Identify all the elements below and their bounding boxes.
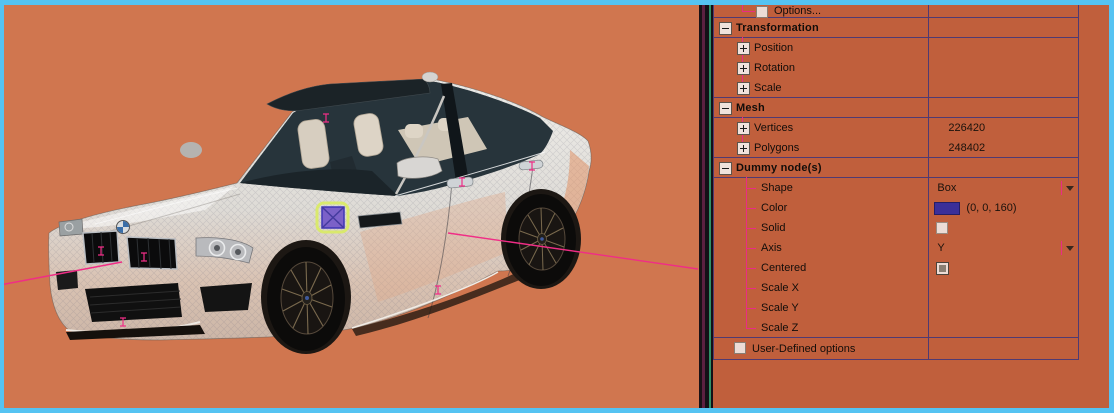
tree-line <box>746 308 756 309</box>
row-label: Centered <box>761 262 806 274</box>
row-label: Scale <box>754 82 782 94</box>
property-row-solid[interactable]: Solid <box>714 218 1078 238</box>
expand-icon[interactable] <box>737 122 750 135</box>
expand-icon[interactable] <box>737 82 750 95</box>
options-checkbox[interactable] <box>756 6 768 18</box>
property-row-color[interactable]: Color (0, 0, 160) <box>714 198 1078 218</box>
axis-dropdown-button[interactable] <box>1061 240 1076 256</box>
headlight-bulb-1 <box>214 245 220 251</box>
property-row-position[interactable]: Position <box>714 38 1078 58</box>
property-row-options[interactable]: Options... <box>714 5 1078 18</box>
tree-line <box>746 228 756 229</box>
far-headlight <box>59 219 83 236</box>
collapse-icon[interactable] <box>719 102 732 115</box>
user-defined-options-checkbox[interactable] <box>734 342 746 354</box>
collapse-icon[interactable] <box>719 22 732 35</box>
property-row-scale-y[interactable]: Scale Y <box>714 298 1078 318</box>
tree-line <box>742 11 755 12</box>
property-row-shape[interactable]: Shape Box <box>714 178 1078 198</box>
row-label: Solid <box>761 222 785 234</box>
tree-line <box>746 268 756 269</box>
expand-icon[interactable] <box>737 42 750 55</box>
car-model[interactable] <box>49 72 592 354</box>
row-label: Scale X <box>761 282 799 294</box>
property-row-scale[interactable]: Scale <box>714 78 1078 98</box>
property-row-transformation[interactable]: Transformation <box>714 18 1078 38</box>
vertices-value: 226420 <box>948 122 985 134</box>
roof-antenna <box>422 72 438 82</box>
row-label: Position <box>754 42 793 54</box>
row-label: Polygons <box>754 142 799 154</box>
front-wheel <box>267 247 345 351</box>
bumper-side-intake <box>200 283 252 312</box>
chevron-down-icon <box>1066 186 1074 191</box>
row-label: Color <box>761 202 787 214</box>
expand-icon[interactable] <box>737 62 750 75</box>
row-label: Options... <box>774 5 821 17</box>
row-label: Axis <box>761 242 782 254</box>
row-label: Scale Z <box>761 322 798 334</box>
property-row-mesh[interactable]: Mesh <box>714 98 1078 118</box>
tree-line <box>746 188 756 189</box>
row-label: Transformation <box>736 22 819 34</box>
property-row-centered[interactable]: Centered <box>714 258 1078 278</box>
rear-wheel <box>506 194 576 286</box>
headlight-bulb-2 <box>235 249 241 255</box>
property-row-rotation[interactable]: Rotation <box>714 58 1078 78</box>
tree-line <box>746 248 756 249</box>
centered-checkbox[interactable] <box>936 262 949 275</box>
row-label: Mesh <box>736 102 765 114</box>
axis-value: Y <box>937 242 944 254</box>
property-row-polygons[interactable]: Polygons 248402 <box>714 138 1078 158</box>
tree-line <box>746 328 756 329</box>
far-side-mirror <box>180 142 202 158</box>
shape-dropdown-button[interactable] <box>1061 180 1076 196</box>
app-window: Options... Transformation Position <box>0 0 1114 413</box>
row-label: Rotation <box>754 62 795 74</box>
viewport-panel-splitter[interactable] <box>698 5 713 408</box>
shape-value: Box <box>937 182 956 194</box>
property-row-user-defined-options[interactable]: User-Defined options <box>714 338 1078 360</box>
property-row-axis[interactable]: Axis Y <box>714 238 1078 258</box>
properties-panel: Options... Transformation Position <box>713 5 1109 408</box>
selected-dummy-node[interactable] <box>317 203 348 232</box>
row-label: Shape <box>761 182 793 194</box>
viewport-3d[interactable] <box>4 5 698 408</box>
property-row-dummy-nodes[interactable]: Dummy node(s) <box>714 158 1078 178</box>
chevron-down-icon <box>1066 246 1074 251</box>
tree-line <box>746 208 756 209</box>
property-row-scale-x[interactable]: Scale X <box>714 278 1078 298</box>
color-value: (0, 0, 160) <box>966 202 1016 214</box>
property-row-scale-z[interactable]: Scale Z <box>714 318 1078 338</box>
collapse-icon[interactable] <box>719 162 732 175</box>
row-label: Dummy node(s) <box>736 162 822 174</box>
viewport-canvas[interactable] <box>4 5 698 408</box>
solid-checkbox[interactable] <box>936 222 948 234</box>
property-grid: Options... Transformation Position <box>713 5 1079 360</box>
color-swatch[interactable] <box>934 202 960 215</box>
property-row-vertices[interactable]: Vertices 226420 <box>714 118 1078 138</box>
row-label: User-Defined options <box>752 343 855 355</box>
polygons-value: 248402 <box>948 142 985 154</box>
row-label: Scale Y <box>761 302 799 314</box>
tree-line <box>746 288 756 289</box>
row-label: Vertices <box>754 122 793 134</box>
expand-icon[interactable] <box>737 142 750 155</box>
